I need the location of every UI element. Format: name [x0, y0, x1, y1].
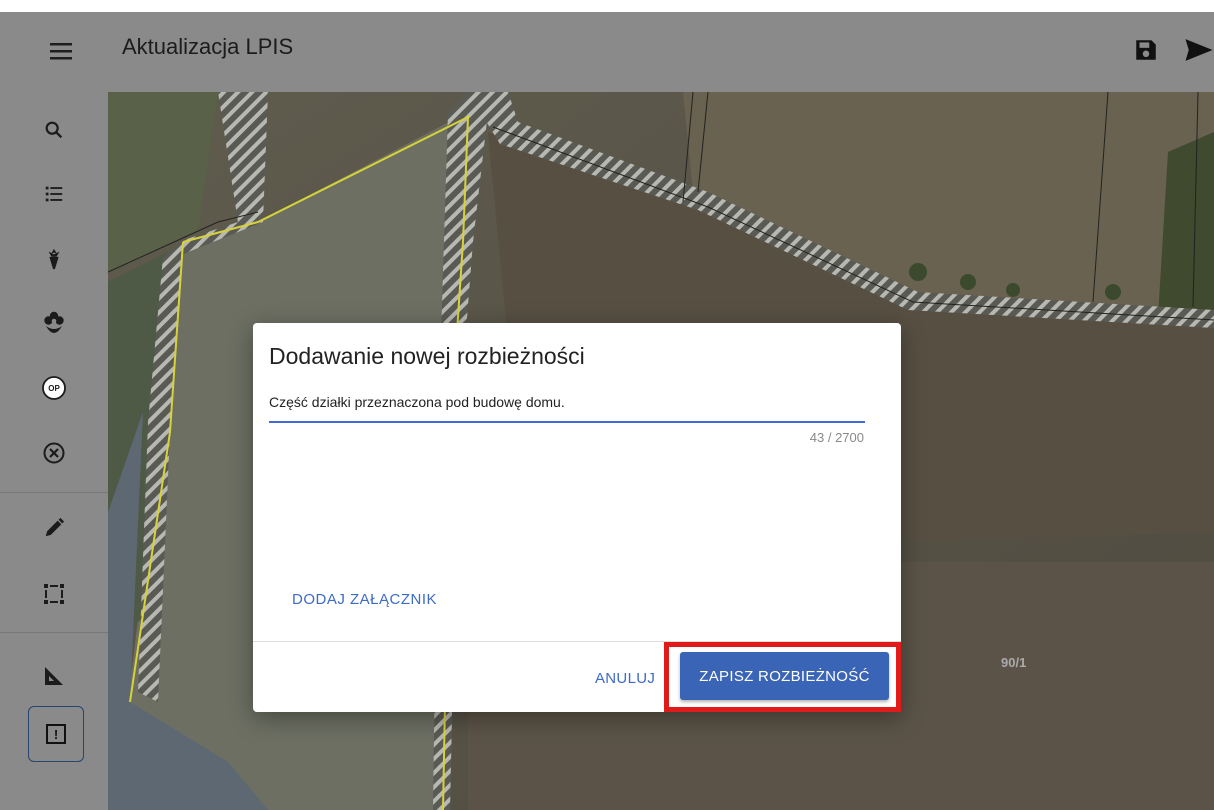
measure-ruler-icon — [45, 667, 63, 685]
toolbar-divider — [0, 492, 108, 493]
flower-icon — [44, 311, 64, 333]
report-discrepancy-button[interactable]: ! — [28, 706, 84, 762]
top-strip — [0, 0, 1214, 12]
parcel-label: 90/1 — [1001, 655, 1027, 670]
add-attachment-button[interactable]: DODAJ ZAŁĄCZNIK — [292, 591, 437, 608]
cancel-circle-icon — [43, 442, 65, 464]
selection-rectangle-icon — [44, 584, 64, 604]
cancel-button[interactable]: ANULUJ — [595, 670, 655, 687]
menu-icon[interactable] — [46, 36, 76, 66]
page-title: Aktualizacja LPIS — [122, 34, 294, 59]
dialog-title: Dodawanie nowej rozbieżności — [269, 343, 585, 369]
select-area-button[interactable] — [34, 574, 74, 614]
report-issue-icon: ! — [46, 724, 66, 744]
toolbar-divider — [0, 632, 108, 633]
crop-plant-icon — [48, 248, 60, 270]
search-button[interactable] — [34, 110, 74, 150]
description-value: Część działki przeznaczona pod budowę do… — [269, 394, 565, 410]
cancel-circle-button[interactable] — [34, 433, 74, 473]
op-badge-icon: OP — [42, 376, 66, 400]
report-issue-label: ! — [54, 727, 58, 742]
edit-button[interactable] — [34, 508, 74, 548]
save-discrepancy-button[interactable]: ZAPISZ ROZBIEŻNOŚĆ — [680, 652, 889, 700]
measure-button[interactable] — [34, 656, 74, 696]
pencil-icon — [45, 517, 65, 537]
op-badge-label: OP — [48, 384, 60, 393]
app-window: Aktualizacja LPIS OP ! 90/1 Dodawanie no… — [0, 0, 1214, 810]
floppy-disk-icon[interactable] — [1133, 37, 1159, 63]
character-counter: 43 / 2700 — [809, 430, 864, 445]
top-bar: Aktualizacja LPIS — [0, 0, 1214, 92]
list-icon — [45, 186, 63, 202]
send-icon[interactable] — [1183, 37, 1214, 63]
crop-button[interactable] — [34, 239, 74, 279]
flower-button[interactable] — [34, 302, 74, 342]
description-input[interactable]: Część działki przeznaczona pod budowę do… — [269, 383, 865, 423]
list-button[interactable] — [34, 174, 74, 214]
left-toolbar: OP ! — [0, 92, 108, 810]
search-icon — [45, 121, 63, 139]
op-button[interactable]: OP — [34, 368, 74, 408]
